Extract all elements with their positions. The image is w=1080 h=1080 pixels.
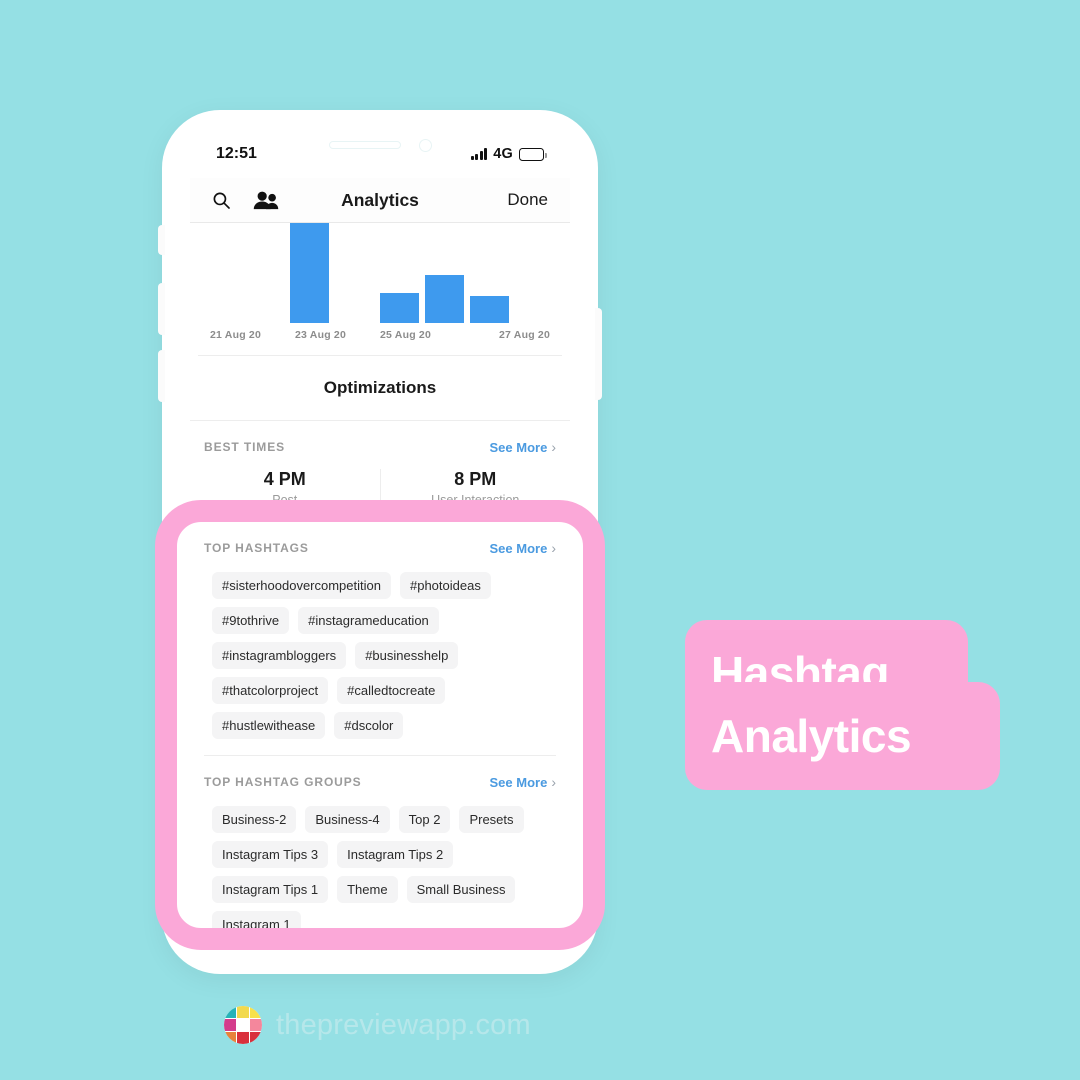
status-time: 12:51 [216,145,257,162]
posts-bar-chart: 21 Aug 20 23 Aug 20 25 Aug 20 27 Aug 20 [190,223,570,356]
phone-volume-up-button[interactable] [158,283,165,335]
best-time-item: 4 PM Post [190,469,380,507]
hashtag-chip[interactable]: #9tothrive [212,607,290,634]
chart-bar [470,296,510,323]
best-times-values: 4 PM Post 8 PM User Interaction [190,459,570,521]
logo-cell [237,1006,249,1018]
chart-x-tick: 21 Aug 20 [210,329,262,341]
chart-x-axis-labels: 21 Aug 20 23 Aug 20 25 Aug 20 27 Aug 20 [210,329,550,341]
hashtag-group-chip[interactable]: Instagram Tips 3 [212,841,329,868]
chevron-right-icon: › [551,540,556,556]
people-icon[interactable] [253,190,279,210]
hashtag-group-chip[interactable]: Small Business [406,876,516,903]
chevron-right-icon: › [551,439,556,455]
preview-app-grid-logo-icon [224,1006,262,1044]
chart-x-tick: 27 Aug 20 [498,329,550,341]
best-time-item: 8 PM User Interaction [379,469,571,507]
hashtag-chip[interactable]: #hustlewithease [212,712,326,739]
hashtag-group-chip[interactable]: Business-2 [212,806,297,833]
search-icon[interactable] [212,191,231,210]
hashtag-chip[interactable]: #photoideas [399,572,491,599]
best-times-label: BEST TIMES [204,440,286,454]
hashtag-group-chip[interactable]: Theme [337,876,398,903]
hashtag-group-chip[interactable]: Instagram Tips 2 [337,841,454,868]
hashtag-chip[interactable]: #dscolor [334,712,404,739]
top-hashtags-chip-list: #sisterhoodovercompetition #photoideas #9t… [190,560,570,755]
status-bar: 12:51 4G [190,130,570,178]
hashtag-group-chip[interactable]: Instagram Tips 1 [212,876,329,903]
nav-bar: Analytics Done [190,178,570,223]
best-time-caption: Post [272,493,298,507]
best-times-header: BEST TIMES See More › [190,421,570,459]
logo-cell [250,1006,262,1018]
hashtag-chip[interactable]: #calledtocreate [337,677,446,704]
hashtag-group-chip[interactable]: Presets [459,806,524,833]
chart-bar [424,275,464,323]
phone-screen: 12:51 4G Analytics Done 21 Aug 20 23 Aug… [190,130,570,940]
watermark: thepreviewapp.com [224,1006,531,1044]
best-time-value: 4 PM [263,469,306,489]
watermark-text: thepreviewapp.com [276,1008,531,1041]
logo-cell [237,1019,249,1031]
chart-x-tick: 23 Aug 20 [295,329,347,341]
best-time-value: 8 PM [454,469,497,489]
signal-bars-icon [470,148,488,160]
phone-volume-down-button[interactable] [158,350,165,402]
logo-cell [224,1032,236,1044]
logo-cell [250,1032,262,1044]
logo-cell [224,1019,236,1031]
logo-cell [250,1019,262,1031]
chart-x-tick: 25 Aug 20 [380,329,432,341]
top-hashtags-header: TOP HASHTAGS See More › [190,522,570,560]
logo-cell [237,1032,249,1044]
hashtag-chip[interactable]: #instagrambloggers [212,642,347,669]
chevron-right-icon: › [551,774,556,790]
badge-line-2: Analytics [685,682,1000,790]
top-hashtags-label: TOP HASHTAGS [204,541,309,555]
done-button[interactable]: Done [507,190,548,210]
top-hashtag-groups-header: TOP HASHTAG GROUPS See More › [190,756,570,794]
see-more-label: See More [489,439,548,455]
battery-icon [519,147,547,161]
see-more-label: See More [489,540,548,556]
hashtag-group-chip[interactable]: Instagram 1 [212,911,301,938]
hashtag-group-chip[interactable]: Business-4 [305,806,390,833]
hashtag-chip[interactable]: #thatcolorproject [212,677,329,704]
phone-power-button[interactable] [595,308,602,400]
analytics-scroll-content[interactable]: 21 Aug 20 23 Aug 20 25 Aug 20 27 Aug 20 Opt… [190,223,570,940]
best-times-see-more-button[interactable]: See More › [490,439,556,455]
chart-bar [380,293,420,323]
hashtag-analytics-badge: Hashtag Analytics [685,620,1000,790]
top-hashtag-groups-label: TOP HASHTAG GROUPS [204,775,362,789]
logo-cell [224,1006,236,1018]
optimizations-heading: Optimizations [190,356,570,421]
hashtag-chip[interactable]: #sisterhoodovercompetition [212,572,391,599]
hashtag-chip[interactable]: #instagrameducation [298,607,439,634]
top-hashtag-groups-chip-list: Business-2 Business-4 Top 2 Presets Instagra… [190,794,570,940]
chart-bar [289,223,329,323]
network-type-label: 4G [493,146,513,162]
top-hashtags-see-more-button[interactable]: See More › [490,540,556,556]
chart-plot-area [210,223,550,323]
status-indicators: 4G [470,146,547,162]
hashtag-chip[interactable]: #businesshelp [355,642,459,669]
hashtag-group-chip[interactable]: Top 2 [398,806,451,833]
poster-canvas: 12:51 4G Analytics Done 21 Aug 20 23 Aug… [0,0,1080,1080]
best-time-caption: User Interaction [431,493,520,507]
phone-mute-switch[interactable] [158,225,165,255]
see-more-label: See More [489,774,548,790]
top-hashtag-groups-see-more-button[interactable]: See More › [490,774,556,790]
